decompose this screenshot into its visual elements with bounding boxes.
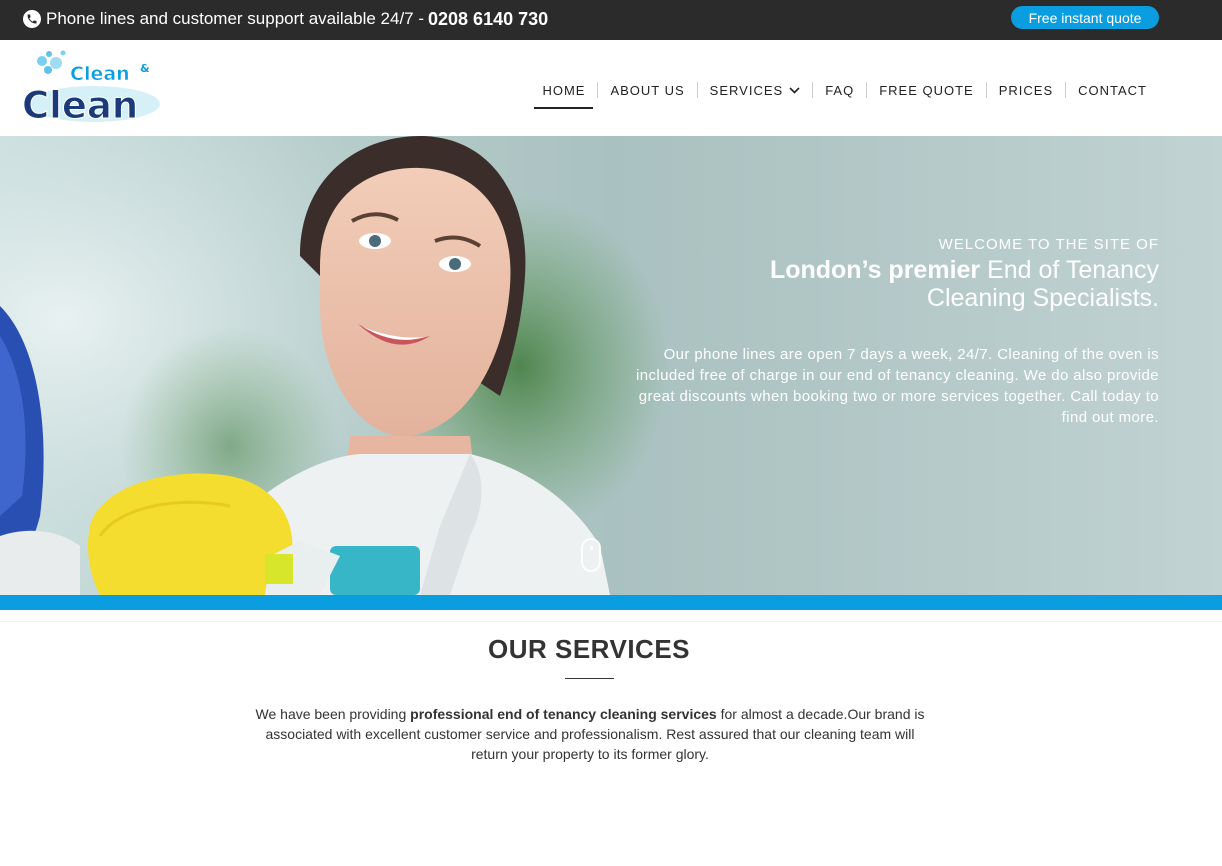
chevron-down-icon — [789, 86, 800, 94]
scroll-down-indicator[interactable] — [581, 538, 601, 572]
nav-about-us[interactable]: ABOUT US — [598, 80, 696, 100]
svg-text:Clean: Clean — [22, 84, 138, 127]
nav-contact[interactable]: CONTACT — [1066, 80, 1159, 100]
support-info: Phone lines and customer support availab… — [23, 8, 548, 30]
nav-prices[interactable]: PRICES — [987, 80, 1065, 100]
hero-title-bold: London’s premier — [769, 256, 981, 284]
svg-text:&: & — [140, 62, 150, 75]
free-instant-quote-button[interactable]: Free instant quote — [1011, 6, 1159, 29]
top-bar: Phone lines and customer support availab… — [0, 0, 1222, 40]
nav-free-quote[interactable]: FREE QUOTE — [867, 80, 986, 100]
services-description: We have been providing professional end … — [255, 706, 925, 762]
nav-faq[interactable]: FAQ — [813, 80, 866, 100]
main-nav: HOME ABOUT US SERVICES FAQ FREE QUOTE PR… — [530, 80, 1159, 109]
nav-home[interactable]: HOME — [530, 80, 597, 109]
hero-text: WELCOME TO THE SITE OF London’s premier … — [619, 236, 1159, 428]
phone-icon — [23, 10, 41, 28]
heading-underline — [565, 678, 614, 679]
hero-banner: WELCOME TO THE SITE OF London’s premier … — [0, 136, 1222, 595]
logo-graphic: Clean & Clean — [22, 50, 160, 128]
hero-eyebrow: WELCOME TO THE SITE OF — [938, 236, 1159, 253]
svg-text:Clean: Clean — [70, 63, 130, 85]
phone-number-link[interactable]: 0208 6140 730 — [428, 9, 548, 30]
accent-stripe — [0, 595, 1222, 610]
support-text: Phone lines and customer support availab… — [46, 9, 425, 28]
hero-description: Our phone lines are open 7 days a week, … — [636, 346, 1159, 426]
site-header: Clean & Clean HOME ABOUT US SERVICES FAQ… — [0, 40, 1222, 136]
hero-title-rest: End of Tenancy — [980, 256, 1159, 284]
hero-title-line2: Cleaning Specialists. — [926, 284, 1159, 312]
scroll-dot — [590, 546, 593, 550]
nav-services[interactable]: SERVICES — [698, 80, 813, 100]
hero-title: London’s premier End of Tenancy Cleaning… — [619, 256, 1159, 312]
services-heading: OUR SERVICES — [487, 634, 691, 664]
site-logo[interactable]: Clean & Clean — [22, 48, 162, 128]
section-divider — [0, 621, 1222, 622]
